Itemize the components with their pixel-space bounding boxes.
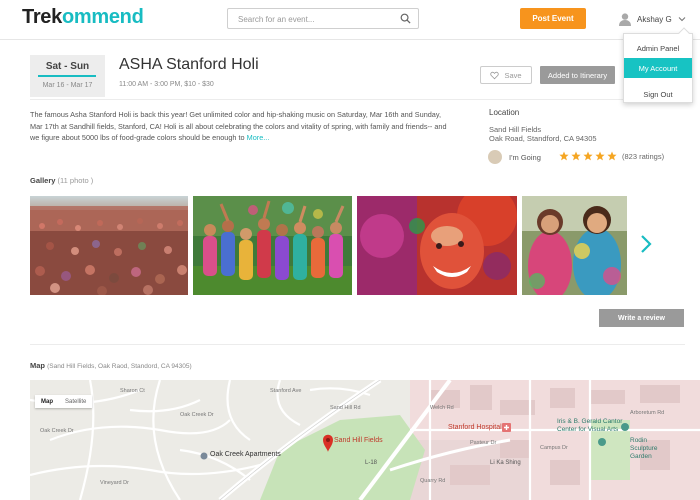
im-going-label: I'm Going: [509, 152, 541, 162]
map-label-hospital: Stanford Hospital: [448, 424, 502, 431]
map-road-label: Sand Hill Rd: [330, 405, 361, 411]
star-icon: [583, 151, 593, 161]
location-address: Oak Road, Standford, CA 94305: [489, 134, 597, 143]
event-date-card: Sat - Sun Mar 16 - Mar 17: [30, 55, 105, 97]
user-avatar-icon: [619, 13, 631, 26]
attendee-avatar: [488, 150, 502, 164]
menu-item-my-account[interactable]: My Account: [624, 58, 692, 78]
event-days: Sat - Sun: [45, 61, 90, 72]
star-icon: [607, 151, 617, 161]
map[interactable]: Map Satellite Oak Creek Apartments Sand …: [30, 380, 700, 500]
logo[interactable]: Trekommend: [22, 6, 144, 29]
section-divider: [30, 344, 685, 345]
map-label-cantor-2: Center for Visual Arts: [557, 426, 619, 433]
search-input[interactable]: [228, 10, 388, 29]
gallery-heading: Gallery (11 photo ): [30, 176, 93, 185]
menu-item-sign-out[interactable]: Sign Out: [624, 84, 692, 104]
section-divider: [30, 99, 685, 100]
map-heading: Map (Sand Hill Fields, Oak Raod, Standor…: [30, 361, 192, 370]
user-dropdown-menu: Admin Panel My Account Sign Out: [623, 27, 693, 104]
gallery-next-arrow-icon[interactable]: [639, 233, 653, 255]
heart-icon: [490, 71, 500, 79]
map-road-label: Campus Dr: [540, 445, 568, 451]
map-label-sand-hill: Sand Hill Fields: [334, 437, 383, 444]
event-date-range: Mar 16 - Mar 17: [42, 82, 93, 89]
map-label-oak-creek: Oak Creek Apartments: [210, 451, 281, 458]
gallery-photo-face[interactable]: [357, 196, 517, 295]
map-road-label: Welch Rd: [430, 405, 454, 411]
map-road-label: Pasteur Dr: [470, 440, 497, 446]
chevron-down-icon: [678, 17, 686, 22]
top-nav: Trekommend Post Event Akshay G: [0, 0, 700, 40]
more-link[interactable]: More...: [247, 133, 270, 142]
map-label-rodin-2: Sculpture: [630, 445, 658, 452]
gallery-photo-group[interactable]: [193, 196, 352, 295]
map-road-label: Oak Creek Dr: [40, 428, 74, 434]
map-type-satellite[interactable]: Satellite: [59, 395, 92, 408]
logo-text-part1: Trek: [22, 6, 62, 28]
write-review-button[interactable]: Write a review: [599, 309, 684, 327]
im-going-toggle[interactable]: I'm Going: [488, 150, 541, 164]
map-label-li-ka-shing: Li Ka Shing: [490, 460, 521, 466]
star-icon: [595, 151, 605, 161]
map-road-label: Stanford Ave: [270, 388, 302, 394]
user-name: Akshay G: [637, 14, 672, 24]
user-menu-toggle[interactable]: Akshay G: [618, 10, 686, 28]
ratings-count: (823 ratings): [622, 151, 665, 161]
gallery-photo-crowd[interactable]: [30, 196, 188, 295]
gallery-photo-women[interactable]: [522, 196, 627, 295]
gallery-count: (11 photo ): [57, 176, 94, 185]
menu-item-admin-panel[interactable]: Admin Panel: [624, 38, 692, 58]
event-title: ASHA Stanford Holi: [119, 56, 259, 73]
map-road-label: Quarry Rd: [420, 478, 446, 484]
map-label: Map: [30, 361, 45, 370]
page: Trekommend Post Event Akshay G Admin Pan…: [0, 0, 700, 500]
map-label-rodin-3: Garden: [630, 453, 652, 460]
post-event-button[interactable]: Post Event: [520, 8, 586, 29]
location-name: Sand Hill Fields: [489, 125, 542, 134]
map-label-cantor-1: Iris & B. Gerald Cantor: [557, 418, 623, 425]
save-label: Save: [504, 70, 522, 80]
event-description: The famous Asha Stanford Holi is back th…: [30, 109, 450, 144]
map-road-label: Arboretum Rd: [630, 410, 665, 416]
gallery-label: Gallery: [30, 176, 56, 185]
map-road-label: Oak Creek Dr: [180, 412, 214, 418]
star-icon: [571, 151, 581, 161]
star-icon: [559, 151, 569, 161]
search-box: [227, 8, 419, 29]
map-address: (Sand Hill Fields, Oak Raod, Standord, C…: [47, 363, 192, 370]
map-label-rodin-1: Rodin: [630, 437, 647, 444]
added-to-itinerary-button[interactable]: Added to Itinerary: [540, 66, 615, 84]
rating: (823 ratings): [559, 151, 664, 161]
search-icon[interactable]: [400, 13, 411, 24]
save-button[interactable]: Save: [480, 66, 532, 84]
logo-text-part2: ommend: [61, 6, 144, 28]
map-label-l18: L-18: [365, 460, 378, 466]
map-road-label: Vineyard Dr: [100, 480, 129, 486]
description-text: The famous Asha Stanford Holi is back th…: [30, 110, 447, 142]
map-type-control: Map Satellite: [35, 395, 93, 408]
map-road-label: Sharon Ct: [120, 388, 145, 394]
map-type-map[interactable]: Map: [35, 395, 59, 408]
location-heading: Location: [489, 108, 520, 117]
date-underline: [38, 75, 96, 77]
event-time-price: 11:00 AM - 3:00 PM, $10 - $30: [119, 81, 214, 88]
